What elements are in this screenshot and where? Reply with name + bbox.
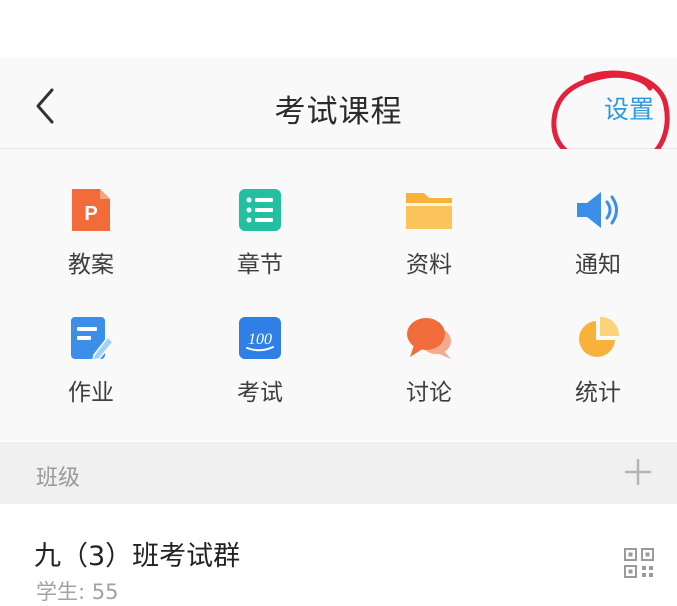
score-100-icon: 100 [239, 317, 281, 359]
section-title: 班级 [36, 466, 81, 491]
feature-materials[interactable]: 资料 [369, 187, 489, 297]
class-name: 九（3）班考试群 [34, 541, 241, 572]
feature-discussion[interactable]: 讨论 [369, 315, 489, 425]
feature-label: 教案 [68, 252, 114, 278]
feature-exam[interactable]: 100 考试 [200, 315, 320, 425]
feature-label: 通知 [575, 252, 621, 278]
class-list-item[interactable]: 九（3）班考试群 学生: 55 [0, 504, 677, 604]
feature-lesson-plan[interactable]: P 教案 [31, 187, 151, 297]
chat-bubbles-icon [407, 318, 451, 359]
feature-grid: P 教案 章节 资料 通知 作业 100 考试 讨论 统计 [0, 149, 677, 441]
feature-label: 作业 [68, 380, 114, 406]
qr-code-icon[interactable] [624, 548, 654, 578]
folder-icon [406, 193, 452, 229]
navigation-bar: 考试课程 设置 [0, 58, 677, 149]
feature-homework[interactable]: 作业 [31, 315, 151, 425]
edit-document-icon [71, 317, 114, 361]
feature-statistics[interactable]: 统计 [538, 315, 658, 425]
ppt-glyph: P [84, 203, 97, 225]
class-section-header: 班级 [0, 442, 677, 504]
ppt-file-icon: P [72, 189, 110, 231]
page-title: 考试课程 [274, 94, 403, 130]
score-glyph: 100 [248, 331, 272, 348]
speaker-icon [577, 192, 618, 228]
feature-notice[interactable]: 通知 [538, 187, 658, 297]
pie-chart-icon [579, 316, 620, 357]
settings-button[interactable]: 设置 [604, 90, 654, 126]
feature-label: 讨论 [406, 380, 452, 406]
plus-icon[interactable] [622, 456, 654, 488]
feature-label: 资料 [406, 252, 452, 278]
feature-label: 章节 [237, 252, 283, 278]
feature-chapters[interactable]: 章节 [200, 187, 320, 297]
feature-label: 统计 [575, 380, 621, 406]
list-icon [239, 189, 281, 231]
feature-label: 考试 [237, 380, 283, 406]
